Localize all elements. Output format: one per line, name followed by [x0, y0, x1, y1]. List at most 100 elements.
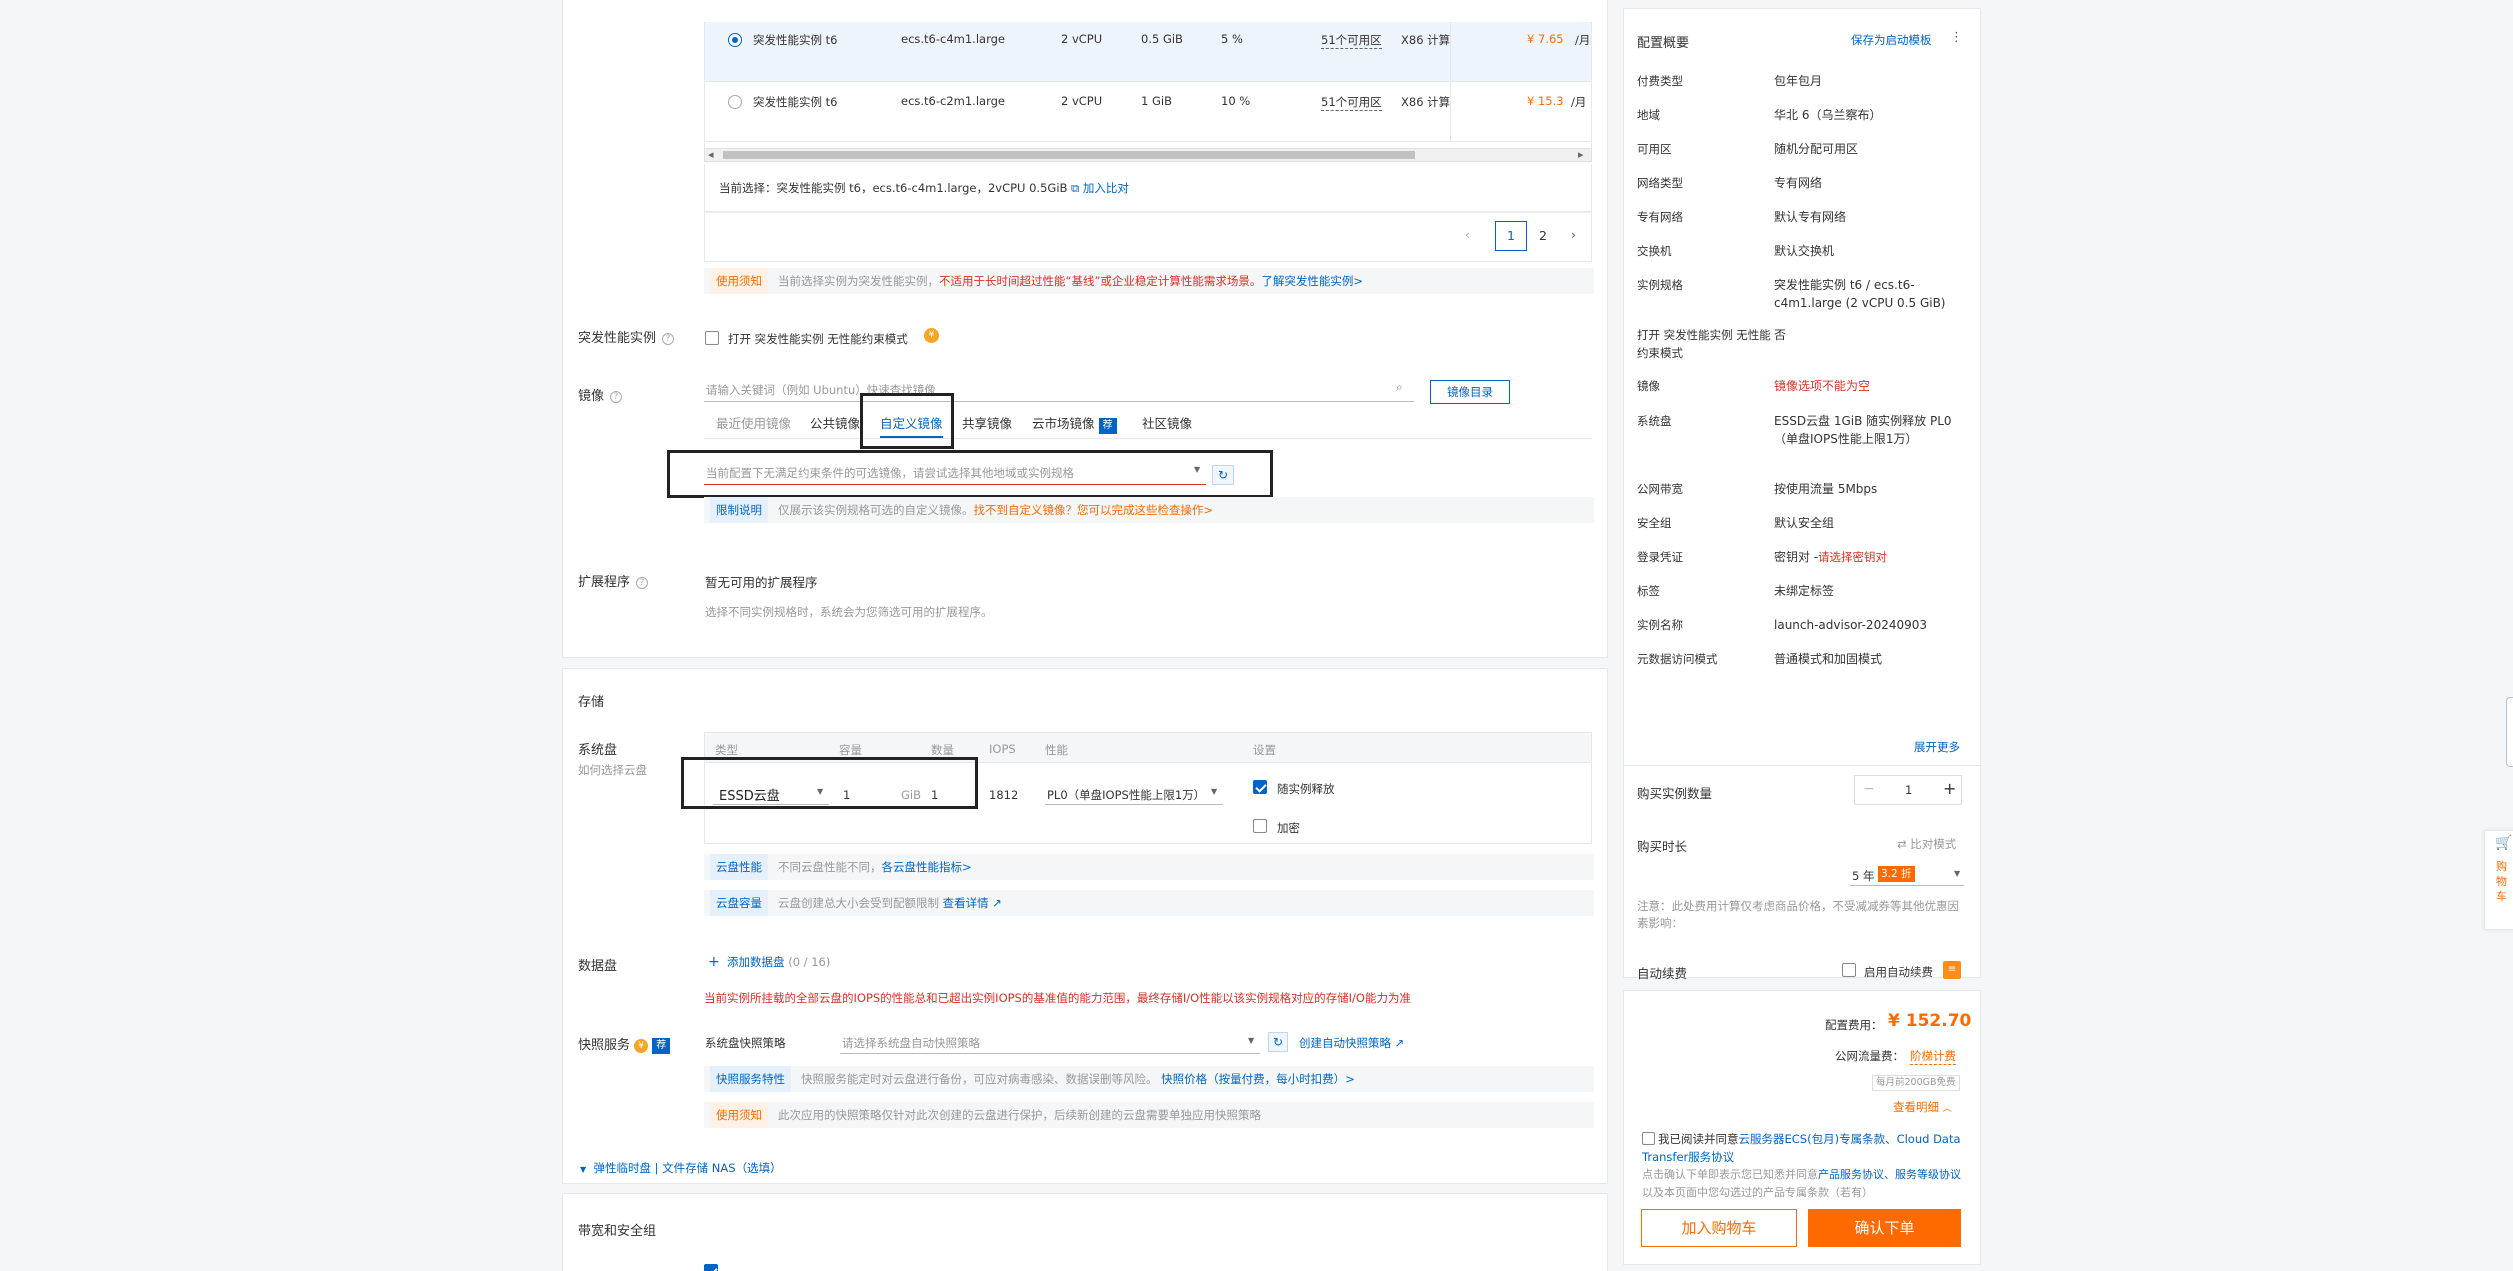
summary-key: 安全组: [1637, 516, 1672, 530]
summary-key: 标签: [1637, 584, 1660, 598]
expand-more-link[interactable]: 展开更多: [1914, 739, 1960, 755]
refresh-icon: ↻: [1272, 1035, 1284, 1049]
floating-cart[interactable]: 🛒 购物车: [2484, 830, 2513, 930]
row-radio[interactable]: [728, 95, 742, 109]
current-selection-text: 当前选择：突发性能实例 t6，ecs.t6-c4m1.large，2vCPU 0…: [719, 181, 1068, 195]
view-detail-link[interactable]: 查看明细 ︿: [1893, 1099, 1952, 1115]
disk-perf-select[interactable]: PL0（单盘IOPS性能上限1万） ▼: [1045, 783, 1223, 805]
limit-check-link[interactable]: 找不到自定义镜像？您可以完成这些检查操作>: [974, 503, 1214, 517]
help-icon[interactable]: ?: [636, 576, 649, 589]
qty-stepper[interactable]: − 1 +: [1854, 775, 1962, 805]
external-link-icon: ↗: [988, 896, 1002, 910]
page-2[interactable]: 2: [1539, 228, 1547, 243]
tab-community-images[interactable]: 社区镜像: [1142, 410, 1192, 438]
search-icon[interactable]: ⌕: [1396, 380, 1403, 395]
snapshot-policy-label: 系统盘快照策略: [705, 1036, 786, 1050]
service-agreement-link[interactable]: 产品服务协议、服务等级协议: [1818, 1168, 1961, 1181]
bandwidth-checkbox[interactable]: [704, 1264, 718, 1271]
burst-learn-link[interactable]: 了解突发性能实例>: [1261, 274, 1363, 288]
summary-value: 华北 6（乌兰察布）: [1774, 108, 1882, 122]
encrypt-checkbox[interactable]: [1253, 819, 1267, 833]
release-with-instance-checkbox[interactable]: [1253, 780, 1267, 794]
plus-icon[interactable]: +: [1943, 779, 1956, 798]
image-search-input[interactable]: 请输入关键词（例如 Ubuntu）快速查找镜像 ⌕: [704, 380, 1414, 402]
table-scrollbar[interactable]: ◂ ▸: [704, 148, 1592, 162]
header-type: 类型: [715, 743, 738, 757]
extensions-desc: 选择不同实例规格时，系统会为您筛选可用的扩展程序。: [705, 605, 993, 619]
scrollbar-thumb[interactable]: [723, 151, 1415, 159]
add-compare-link[interactable]: ⧉ 加入比对: [1071, 180, 1129, 196]
cell-family: 突发性能实例 t6: [753, 95, 838, 109]
tab-recent-images[interactable]: 最近使用镜像: [716, 410, 791, 438]
summary-value: 包年包月: [1774, 74, 1823, 88]
cell-price: ¥ 15.3: [1527, 94, 1564, 108]
compare-mode-link[interactable]: ⇄ 比对模式: [1897, 836, 1956, 852]
create-snapshot-policy-link[interactable]: 创建自动快照策略 ↗: [1299, 1035, 1404, 1051]
encrypt-label[interactable]: 加密: [1277, 820, 1300, 836]
snap-price-link[interactable]: 快照价格（按量付费，每小时扣费）>: [1161, 1072, 1355, 1086]
disk-perf-notice: 云盘性能 不同云盘性能不同，各云盘性能指标>: [704, 854, 1594, 880]
minus-icon[interactable]: −: [1863, 781, 1875, 797]
elastic-disk-toggle[interactable]: ▼ 弹性临时盘 | 文件存储 NAS（选填）: [580, 1160, 782, 1176]
refresh-button[interactable]: ↻: [1268, 1032, 1288, 1052]
summary-value: 默认安全组: [1774, 516, 1835, 530]
release-with-instance-label[interactable]: 随实例释放: [1277, 781, 1335, 797]
add-to-cart-button[interactable]: 加入购物车: [1641, 1209, 1797, 1247]
summary-key: 公网带宽: [1637, 482, 1683, 496]
traffic-fee[interactable]: 阶梯计费: [1910, 1048, 1956, 1065]
page-1[interactable]: 1: [1495, 221, 1527, 251]
cell-unit: /月: [1571, 95, 1587, 109]
burst-unlimited-checkbox[interactable]: [705, 331, 719, 345]
auto-renew-checkbox[interactable]: [1842, 963, 1856, 977]
help-icon[interactable]: ?: [662, 332, 675, 345]
confirm-order-button[interactable]: 确认下单: [1808, 1209, 1961, 1247]
price-note: 注意：此处费用计算仅考虑商品价格，不受减减券等其他优惠因素影响：: [1637, 899, 1959, 930]
perf-link[interactable]: 各云盘性能指标>: [882, 860, 972, 874]
system-disk-help[interactable]: 如何选择云盘: [578, 762, 647, 778]
image-catalog-button[interactable]: 镜像目录: [1430, 380, 1510, 404]
tab-shared-images[interactable]: 共享镜像: [962, 410, 1012, 438]
summary-key: 交换机: [1637, 244, 1672, 258]
recommend-badge: 荐: [1098, 418, 1117, 434]
tab-public-images[interactable]: 公共镜像: [810, 410, 860, 438]
snapshot-policy-select[interactable]: 请选择系统盘自动快照策略 ▼: [840, 1032, 1260, 1054]
free-quota-badge: 每月前200GB免费: [1872, 1075, 1960, 1091]
limit-tag: 限制说明: [710, 497, 768, 523]
snapshot-feature-notice: 快照服务特性 快照服务能定时对云盘进行备份，可应对病毒感染、数据误删等风险。 快照…: [704, 1066, 1594, 1092]
auto-renew-check-label[interactable]: 启用自动续费: [1864, 964, 1933, 980]
more-icon[interactable]: ⋮: [1950, 30, 1963, 45]
cell-zones[interactable]: 51个可用区: [1321, 94, 1382, 111]
scroll-left-icon[interactable]: ◂: [708, 148, 714, 161]
cap-detail-link[interactable]: 查看详情: [943, 896, 989, 910]
compare-icon: ⧉: [1071, 181, 1080, 195]
cell-arch: X86 计算: [1401, 95, 1451, 109]
table-row[interactable]: 突发性能实例 t6 ecs.t6-c2m1.large 2 vCPU 1 GiB…: [705, 82, 1591, 142]
select-keypair-link[interactable]: 请选择密钥对: [1818, 548, 1887, 566]
prev-page-icon[interactable]: ‹: [1465, 227, 1470, 242]
system-disk-label: 系统盘: [578, 743, 618, 758]
summary-key: 付费类型: [1637, 74, 1683, 88]
next-page-icon[interactable]: ›: [1571, 227, 1576, 242]
burst-unlimited-label[interactable]: 打开 突发性能实例 无性能约束模式: [728, 331, 908, 347]
qty-value[interactable]: 1: [1905, 783, 1912, 797]
snapshot-usage-notice: 使用须知 此次应用的快照策略仅针对此次创建的云盘进行保护，后续新创建的云盘需要单独…: [704, 1102, 1594, 1128]
table-row[interactable]: 突发性能实例 t6 ecs.t6-c4m1.large 2 vCPU 0.5 G…: [705, 22, 1591, 82]
burst-label: 突发性能实例?: [578, 327, 675, 346]
save-template-link[interactable]: 保存为启动模板: [1851, 32, 1932, 48]
duration-select[interactable]: 5 年 3.2 折 ▼: [1850, 866, 1964, 886]
cell-mem: 0.5 GiB: [1141, 32, 1183, 46]
info-icon[interactable]: ≡: [1943, 961, 1961, 979]
cell-zones[interactable]: 51个可用区: [1321, 32, 1382, 49]
caret-down-icon: ▼: [580, 1165, 587, 1174]
tab-market-images[interactable]: 云市场镜像 荐: [1032, 410, 1117, 438]
add-data-disk-button[interactable]: + 添加数据盘 (0 / 16): [708, 954, 830, 970]
summary-key: 实例名称: [1637, 618, 1683, 632]
column-divider: [1450, 22, 1451, 142]
traffic-fee-label: 公网流量费：: [1835, 1049, 1904, 1063]
scroll-right-icon[interactable]: ▸: [1578, 148, 1584, 161]
side-handle[interactable]: [2506, 697, 2513, 767]
image-label: 镜像?: [578, 385, 623, 404]
row-radio[interactable]: [728, 33, 742, 47]
summary-value: 默认专有网络: [1774, 210, 1847, 224]
help-icon[interactable]: ?: [610, 390, 623, 403]
